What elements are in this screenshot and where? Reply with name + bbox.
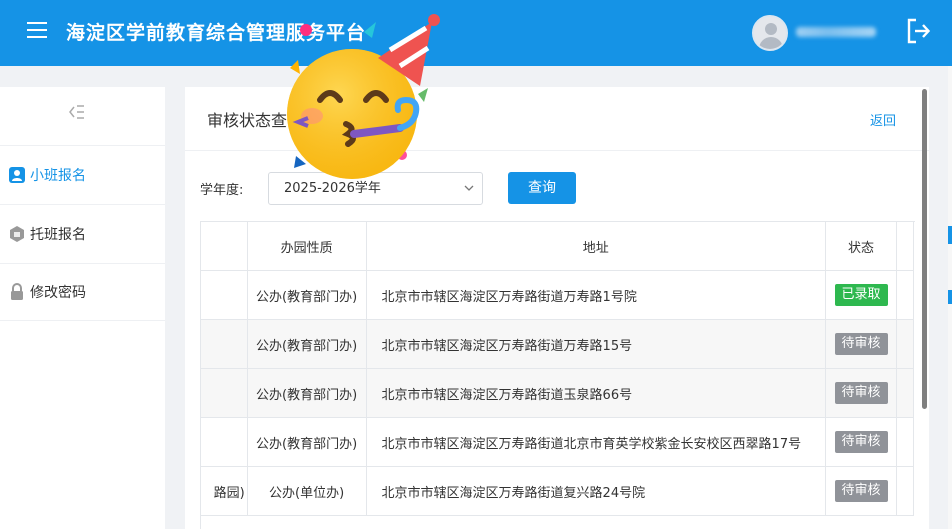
cell-school-name xyxy=(201,319,248,369)
logout-icon[interactable] xyxy=(905,17,931,45)
column-header-extra xyxy=(895,222,915,271)
status-table: 办园性质 地址 状态 公办(教育部门办) 北京市市辖区海淀区万寿路街道万寿路1号… xyxy=(200,221,915,529)
sidebar-item-change-password[interactable]: 修改密码 xyxy=(0,263,165,321)
collapse-sidebar-icon[interactable] xyxy=(68,103,86,121)
right-edge-strip xyxy=(948,66,952,529)
top-bar: 海淀区学前教育综合管理服务平台 xyxy=(0,0,952,66)
year-label: 学年度: xyxy=(200,183,244,198)
cell-school-name: 路园) xyxy=(201,466,248,516)
sidebar-item-label: 修改密码 xyxy=(30,285,86,301)
sidebar-item-class-registration[interactable]: 小班报名 xyxy=(0,145,165,203)
status-badge: 已录取 xyxy=(834,284,888,306)
back-link[interactable]: 返回 xyxy=(870,110,896,129)
query-button[interactable]: 查询 xyxy=(508,172,576,204)
hamburger-menu-icon[interactable] xyxy=(27,22,47,42)
column-header: 地址 xyxy=(365,222,827,271)
cell-status: 待审核 xyxy=(825,319,897,369)
cell-school-type: 公办(单位办) xyxy=(246,466,367,516)
column-header: 办园性质 xyxy=(246,222,367,271)
cell-extra xyxy=(895,417,915,467)
cell-school-name xyxy=(201,417,248,467)
hexagon-badge-icon xyxy=(8,225,26,243)
sidebar-item-label: 托班报名 xyxy=(30,226,86,243)
table-row[interactable]: 公办(教育部门办) 北京市市辖区海淀区万寿路街道万寿路1号院 已录取 xyxy=(201,270,915,320)
cell-school-name xyxy=(201,270,248,320)
column-header: 状态 xyxy=(825,222,897,271)
cell-extra xyxy=(895,319,915,369)
sidebar-item-label: 小班报名 xyxy=(30,167,86,184)
sidebar: 小班报名 托班报名 修改密码 xyxy=(0,87,165,529)
party-face-emoji-icon xyxy=(287,14,440,179)
sidebar-item-nursery-registration[interactable]: 托班报名 xyxy=(0,204,165,262)
cell-status: 待审核 xyxy=(825,417,897,467)
status-badge: 待审核 xyxy=(834,333,888,355)
cell-status: 待审核 xyxy=(825,466,897,516)
cell-school-type: 公办(教育部门办) xyxy=(246,319,367,369)
cell-status: 待审核 xyxy=(825,368,897,418)
cell-school-name xyxy=(201,368,248,418)
column-header xyxy=(201,222,248,271)
cell-school-type: 公办(教育部门办) xyxy=(246,368,367,418)
cell-school-type: 公办(教育部门办) xyxy=(246,417,367,467)
cell-address: 北京市市辖区海淀区万寿路街道万寿路1号院 xyxy=(365,270,827,320)
cell-address: 北京市市辖区海淀区万寿路街道北京市育英学校紫金长安校区西翠路17号 xyxy=(365,417,827,467)
user-badge-icon xyxy=(8,166,26,184)
cell-address: 北京市市辖区海淀区万寿路街道玉泉路66号 xyxy=(365,368,827,418)
cell-school-type: 公办(教育部门办) xyxy=(246,270,367,320)
table-header-row: 办园性质 地址 状态 xyxy=(201,222,915,271)
cell-address: 北京市市辖区海淀区万寿路街道复兴路24号院 xyxy=(365,466,827,516)
cell-address: 北京市市辖区海淀区万寿路街道万寿路15号 xyxy=(365,319,827,369)
status-table-grid: 办园性质 地址 状态 公办(教育部门办) 北京市市辖区海淀区万寿路街道万寿路1号… xyxy=(201,222,915,516)
cell-extra xyxy=(895,466,915,516)
username-redacted xyxy=(796,27,876,37)
table-row[interactable]: 公办(教育部门办) 北京市市辖区海淀区万寿路街道北京市育英学校紫金长安校区西翠路… xyxy=(201,417,915,467)
cell-status: 已录取 xyxy=(825,270,897,320)
chevron-down-icon xyxy=(464,185,474,191)
cell-extra xyxy=(895,368,915,418)
cell-extra xyxy=(895,270,915,320)
status-badge: 待审核 xyxy=(834,382,888,404)
lock-icon xyxy=(8,283,26,301)
status-badge: 待审核 xyxy=(834,480,888,502)
status-badge: 待审核 xyxy=(834,431,888,453)
user-avatar-icon[interactable] xyxy=(752,15,788,51)
table-row[interactable]: 路园) 公办(单位办) 北京市市辖区海淀区万寿路街道复兴路24号院 待审核 xyxy=(201,466,915,516)
table-row[interactable]: 公办(教育部门办) 北京市市辖区海淀区万寿路街道万寿路15号 待审核 xyxy=(201,319,915,369)
table-row[interactable]: 公办(教育部门办) 北京市市辖区海淀区万寿路街道玉泉路66号 待审核 xyxy=(201,368,915,418)
vertical-scrollbar[interactable] xyxy=(922,89,927,409)
